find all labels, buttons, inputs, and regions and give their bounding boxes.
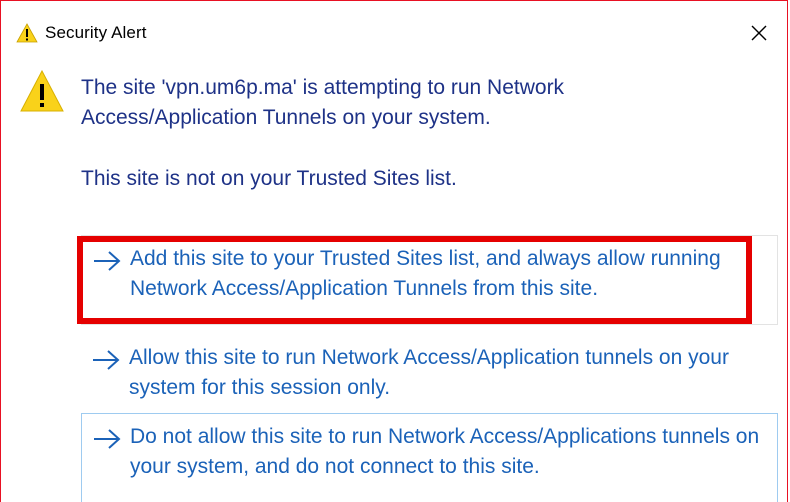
warning-icon bbox=[20, 69, 64, 112]
alert-message: The site 'vpn.um6p.ma' is attempting to … bbox=[81, 76, 565, 129]
option-label: Do not allow this site to run Network Ac… bbox=[130, 425, 760, 478]
close-icon[interactable] bbox=[747, 21, 771, 45]
option-label: Add this site to your Trusted Sites list… bbox=[130, 247, 721, 300]
arrow-right-icon bbox=[94, 429, 121, 449]
security-alert-dialog: Security Alert The site 'vpn.um6p.ma' is… bbox=[0, 0, 788, 502]
title-bar: Security Alert bbox=[1, 1, 787, 43]
do-not-allow-option[interactable]: Do not allow this site to run Network Ac… bbox=[81, 413, 778, 502]
window-title: Security Alert bbox=[45, 23, 147, 42]
trusted-sites-notice: This site is not on your Trusted Sites l… bbox=[81, 167, 457, 190]
arrow-right-icon bbox=[94, 251, 121, 271]
arrow-right-icon bbox=[93, 350, 120, 370]
option-label: Allow this site to run Network Access/Ap… bbox=[129, 346, 729, 399]
add-to-trusted-sites-option[interactable]: Add this site to your Trusted Sites list… bbox=[81, 235, 778, 325]
allow-this-session-option[interactable]: Allow this site to run Network Access/Ap… bbox=[81, 335, 778, 409]
warning-icon bbox=[16, 23, 38, 43]
